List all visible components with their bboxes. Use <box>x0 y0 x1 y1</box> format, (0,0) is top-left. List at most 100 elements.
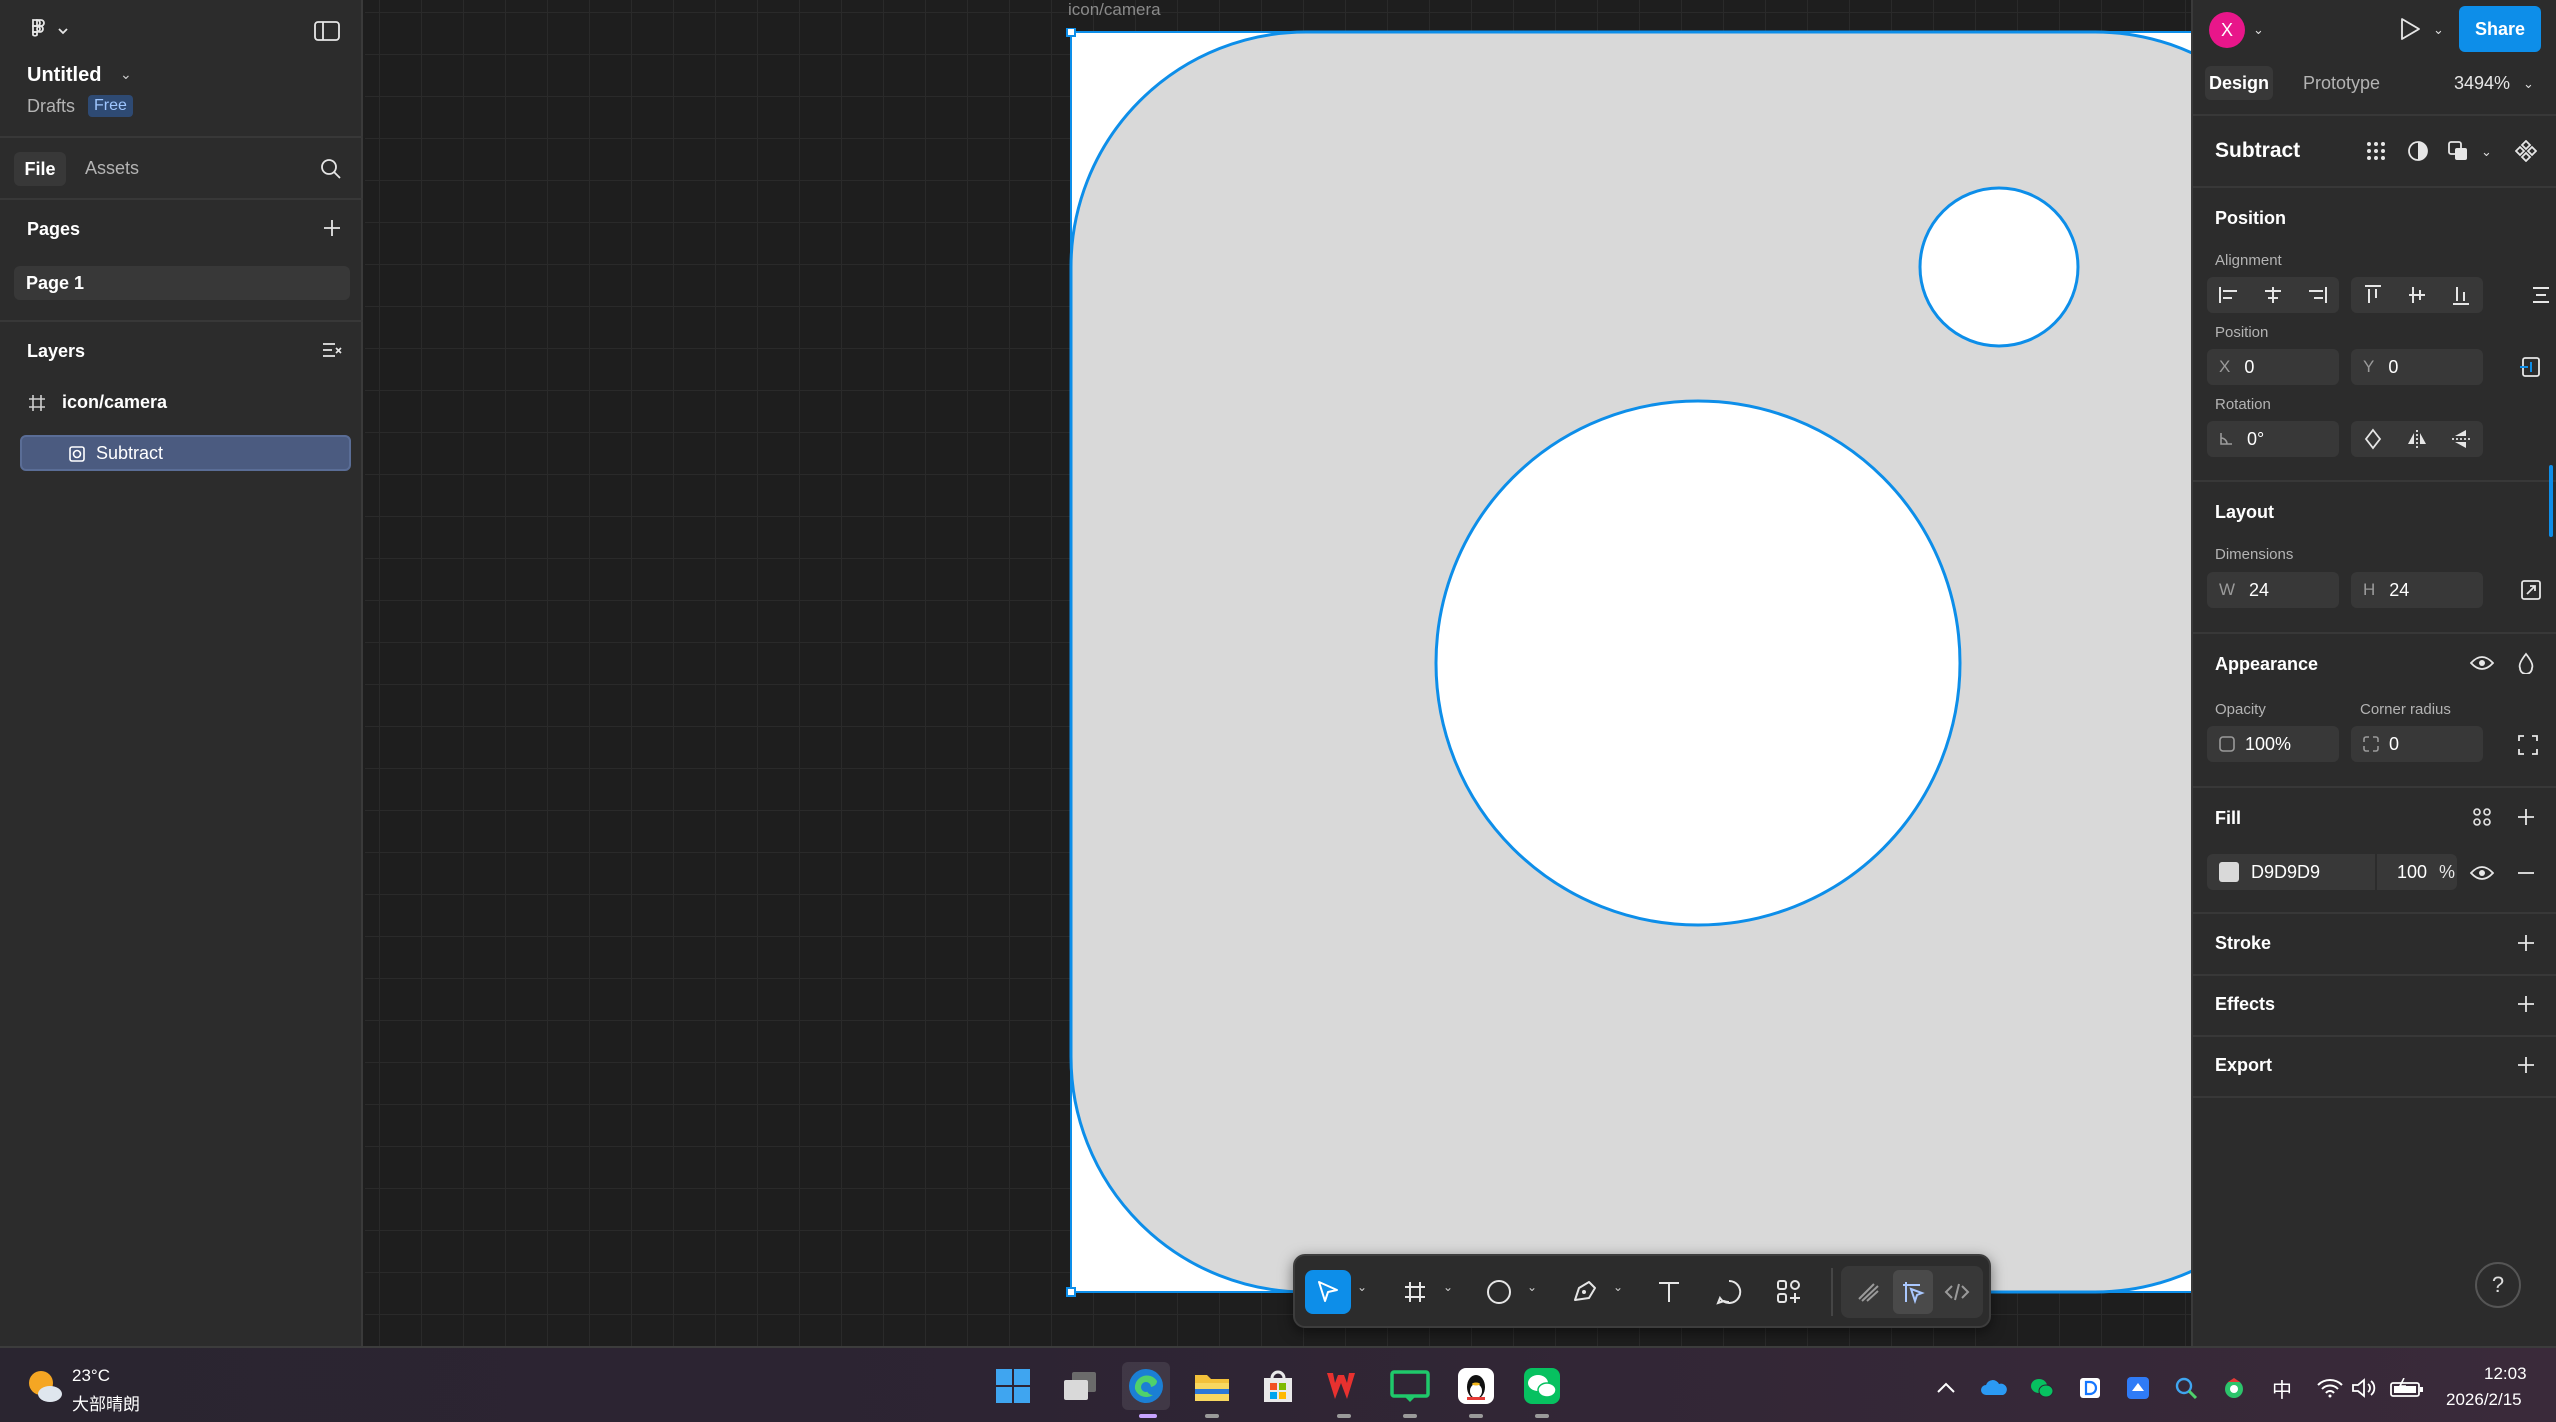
weather-partly-sunny-icon[interactable] <box>26 1368 64 1404</box>
dev-mode-button[interactable] <box>1937 1270 1977 1314</box>
panel-scrollbar[interactable] <box>2549 465 2553 537</box>
chevron-down-icon[interactable]: ⌄ <box>2523 76 2534 92</box>
add-effect-icon[interactable] <box>2511 989 2541 1019</box>
task-view-button[interactable] <box>1056 1362 1104 1410</box>
remove-fill-icon[interactable] <box>2511 858 2541 888</box>
frame-label[interactable]: icon/camera <box>1068 0 1161 20</box>
camera-icon-frame[interactable] <box>1065 28 2337 1300</box>
resize-to-fit-icon[interactable] <box>2515 575 2547 605</box>
pen-tool-button[interactable] <box>1563 1270 1607 1314</box>
battery-charging-icon[interactable] <box>2390 1374 2424 1402</box>
chevron-down-icon[interactable]: ⌄ <box>2433 22 2444 38</box>
text-tool-button[interactable] <box>1647 1270 1691 1314</box>
plan-badge[interactable]: Free <box>88 95 133 117</box>
taskbar-wechat[interactable] <box>1518 1362 1566 1410</box>
add-stroke-icon[interactable] <box>2511 928 2541 958</box>
blend-mode-icon[interactable] <box>2511 648 2541 678</box>
y-position-input[interactable]: Y0 <box>2351 349 2483 385</box>
chevron-down-icon[interactable]: ⌄ <box>120 66 132 83</box>
constraints-icon[interactable] <box>2515 352 2547 382</box>
user-avatar[interactable]: X <box>2209 12 2245 48</box>
tab-assets[interactable]: Assets <box>85 158 139 179</box>
present-play-icon[interactable] <box>2395 14 2425 44</box>
share-button[interactable]: Share <box>2459 6 2541 52</box>
start-button[interactable] <box>989 1362 1037 1410</box>
rotate-90-icon[interactable] <box>2351 421 2395 457</box>
grid-icon[interactable] <box>2361 136 2391 166</box>
file-location[interactable]: Drafts <box>27 96 75 117</box>
taskbar-store[interactable] <box>1254 1362 1302 1410</box>
draw-mode-button[interactable] <box>1849 1270 1889 1314</box>
eye-icon[interactable] <box>2467 648 2497 678</box>
wifi-icon[interactable] <box>2316 1374 2344 1402</box>
file-title[interactable]: Untitled <box>27 64 101 87</box>
clock-time[interactable]: 12:03 <box>2484 1364 2527 1384</box>
frame-tool-button[interactable] <box>1393 1270 1437 1314</box>
actions-tool-button[interactable] <box>1767 1270 1811 1314</box>
help-button[interactable]: ? <box>2475 1262 2521 1308</box>
toggle-sidebar-icon[interactable] <box>310 16 344 46</box>
screenshot-tray-icon[interactable] <box>2172 1374 2200 1402</box>
eye-icon[interactable] <box>2467 858 2497 888</box>
component-icon[interactable] <box>2511 136 2541 166</box>
zoom-level[interactable]: 3494% <box>2454 73 2510 94</box>
search-icon[interactable] <box>316 154 346 184</box>
distribute-icon[interactable] <box>2527 281 2555 309</box>
taskbar-edge[interactable] <box>1122 1362 1170 1410</box>
styles-icon[interactable] <box>2467 802 2497 832</box>
opacity-input[interactable]: 100% <box>2207 726 2339 762</box>
clock-date[interactable]: 2026/2/15 <box>2446 1390 2522 1410</box>
align-center-h-icon[interactable] <box>2251 277 2295 313</box>
comment-tool-button[interactable] <box>1707 1270 1751 1314</box>
corner-radius-input[interactable]: 0 <box>2351 726 2483 762</box>
wechat-tray-icon[interactable] <box>2028 1374 2056 1402</box>
move-tool-button[interactable] <box>1305 1270 1351 1314</box>
layer-frame-icon-camera[interactable]: icon/camera <box>28 392 167 413</box>
x-position-input[interactable]: X0 <box>2207 349 2339 385</box>
rotation-input[interactable]: 0° <box>2207 421 2339 457</box>
mask-icon[interactable] <box>2403 136 2433 166</box>
chevron-down-icon[interactable]: ⌄ <box>2481 144 2492 160</box>
feishu-tray-icon[interactable] <box>2124 1374 2152 1402</box>
dingtalk-tray-icon[interactable] <box>2076 1374 2104 1402</box>
show-hidden-icons-chevron-icon[interactable] <box>1932 1374 1960 1402</box>
boolean-ops-icon[interactable] <box>2443 136 2473 166</box>
tab-prototype[interactable]: Prototype <box>2303 73 2380 94</box>
tab-file[interactable]: File <box>14 152 66 186</box>
layer-subtract[interactable]: Subtract <box>20 435 351 471</box>
taskbar-message[interactable] <box>1386 1362 1434 1410</box>
design-canvas[interactable]: icon/camera ⌄ ⌄ ⌄ ⌄ <box>365 0 2335 1346</box>
height-input[interactable]: H 24 <box>2351 572 2483 608</box>
independent-corners-icon[interactable] <box>2513 730 2543 760</box>
width-input[interactable]: W 24 <box>2207 572 2339 608</box>
shape-tool-button[interactable] <box>1477 1270 1521 1314</box>
design-mode-button[interactable] <box>1893 1270 1933 1314</box>
fill-swatch[interactable] <box>2219 862 2239 882</box>
align-right-icon[interactable] <box>2295 277 2339 313</box>
flip-horizontal-icon[interactable] <box>2395 421 2439 457</box>
taskbar-qq[interactable] <box>1452 1362 1500 1410</box>
taskbar-file-explorer[interactable] <box>1188 1362 1236 1410</box>
onedrive-icon[interactable] <box>1980 1374 2008 1402</box>
layer-options-icon[interactable] <box>318 336 346 364</box>
chevron-down-icon[interactable]: ⌄ <box>1443 1280 1453 1294</box>
add-page-icon[interactable] <box>318 214 346 242</box>
chevron-down-icon[interactable]: ⌄ <box>1613 1280 1623 1294</box>
fill-color-input[interactable]: D9D9D9 100 % <box>2207 854 2457 890</box>
volume-icon[interactable] <box>2350 1374 2378 1402</box>
security-tray-icon[interactable] <box>2220 1374 2248 1402</box>
chevron-down-icon[interactable]: ⌄ <box>1527 1280 1537 1294</box>
align-middle-icon[interactable] <box>2395 277 2439 313</box>
page-item[interactable]: Page 1 <box>14 266 350 300</box>
align-left-icon[interactable] <box>2207 277 2251 313</box>
chevron-down-icon[interactable]: ⌄ <box>2253 22 2264 38</box>
add-fill-icon[interactable] <box>2511 802 2541 832</box>
align-top-icon[interactable] <box>2351 277 2395 313</box>
flip-vertical-icon[interactable] <box>2439 421 2483 457</box>
taskbar-wps[interactable] <box>1320 1362 1368 1410</box>
weather-condition[interactable]: 大部晴朗 <box>72 1390 140 1415</box>
main-menu-button[interactable] <box>26 16 72 46</box>
weather-temperature[interactable]: 23°C <box>72 1366 110 1386</box>
tab-design[interactable]: Design <box>2205 66 2273 100</box>
add-export-icon[interactable] <box>2511 1050 2541 1080</box>
